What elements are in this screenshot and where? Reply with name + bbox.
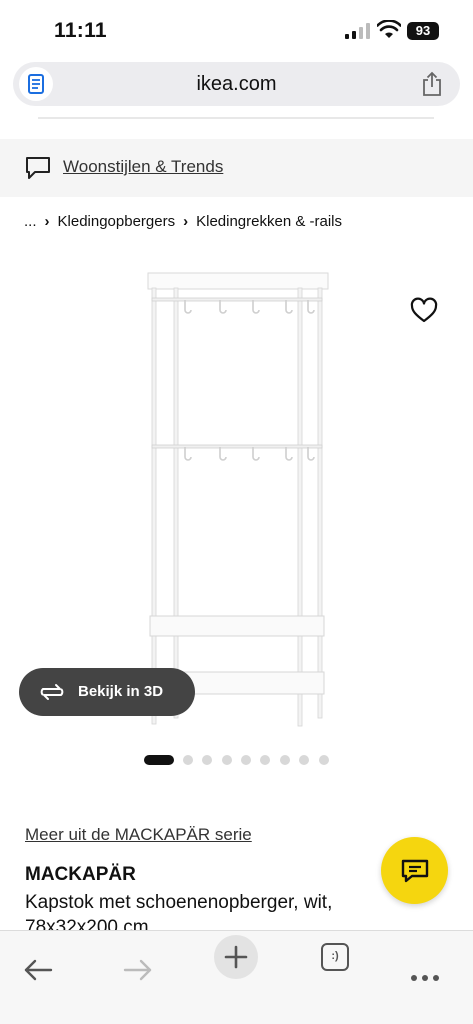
- breadcrumb: ... › Kledingopbergers › Kledingrekken & -ra…: [24, 213, 342, 230]
- url-text[interactable]: ikea.com: [13, 73, 460, 96]
- carousel-dot-3[interactable]: [202, 755, 212, 765]
- carousel-dot-2[interactable]: [183, 755, 193, 765]
- chat-button[interactable]: [381, 837, 448, 904]
- status-time: 11:11: [54, 19, 107, 42]
- more-menu-icon[interactable]: [410, 952, 440, 1004]
- battery-indicator: 93: [407, 22, 439, 40]
- carousel-dot-4[interactable]: [222, 755, 232, 765]
- wifi-icon: [377, 20, 401, 38]
- series-link[interactable]: Meer uit de MACKAPÄR serie: [25, 825, 252, 845]
- plus-icon: [224, 945, 248, 969]
- address-bar[interactable]: ikea.com: [13, 62, 460, 106]
- carousel-dot-8[interactable]: [299, 755, 309, 765]
- chevron-right-icon: ›: [44, 213, 50, 230]
- tabs-face-icon: :): [331, 950, 339, 962]
- carousel-dot-1[interactable]: [144, 755, 174, 765]
- back-arrow-icon[interactable]: [22, 944, 54, 996]
- product-description: Kapstok met schoenenopberger, wit, 78x32…: [25, 892, 333, 930]
- share-icon[interactable]: [420, 71, 444, 97]
- forward-arrow-icon[interactable]: [122, 944, 154, 996]
- carousel-dot-6[interactable]: [260, 755, 270, 765]
- cellular-signal-icon: [345, 23, 370, 39]
- product-image[interactable]: [140, 268, 336, 730]
- carousel-dot-7[interactable]: [280, 755, 290, 765]
- heart-icon[interactable]: [410, 297, 438, 325]
- trends-link[interactable]: Woonstijlen & Trends: [63, 157, 223, 177]
- divider: [38, 117, 434, 119]
- browser-toolbar: :): [0, 930, 473, 1024]
- status-bar: 11:11 93: [0, 0, 473, 60]
- product-name: MACKAPÄR: [25, 864, 136, 885]
- carousel-dot-5[interactable]: [241, 755, 251, 765]
- breadcrumb-item-clothes-storage[interactable]: Kledingopbergers: [58, 213, 176, 230]
- rotate-3d-icon: [40, 684, 64, 700]
- breadcrumb-ellipsis[interactable]: ...: [24, 213, 37, 230]
- carousel-dot-9[interactable]: [319, 755, 329, 765]
- view-in-3d-button[interactable]: Bekijk in 3D: [19, 668, 195, 716]
- speech-bubble-icon: [26, 157, 50, 179]
- chat-icon: [401, 859, 429, 883]
- chevron-right-icon: ›: [183, 213, 189, 230]
- breadcrumb-item-clothes-racks[interactable]: Kledingrekken & -rails: [196, 213, 342, 230]
- view-in-3d-label: Bekijk in 3D: [78, 683, 164, 700]
- new-tab-button[interactable]: [214, 935, 258, 979]
- tabs-button[interactable]: :): [321, 943, 349, 971]
- trends-banner[interactable]: Woonstijlen & Trends: [0, 139, 473, 197]
